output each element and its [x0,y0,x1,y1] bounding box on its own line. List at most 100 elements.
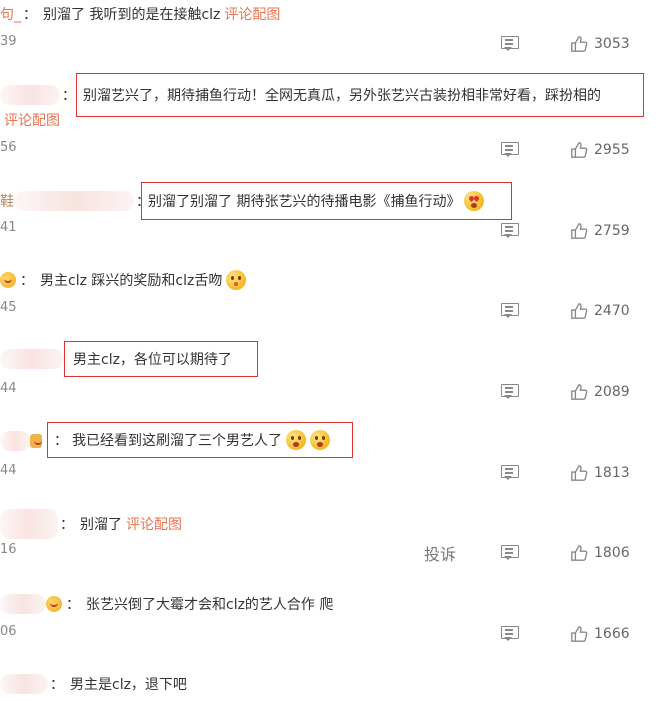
comment-actions: 1666 [500,623,668,645]
like-count: 1666 [594,626,630,642]
comment-actions: 1813 [500,462,668,484]
comment-text: 别溜了 [80,517,122,533]
colon: ： [23,7,37,23]
colon: ： [60,517,74,533]
comment-icon[interactable] [500,141,520,159]
comment-icon[interactable] [500,464,520,482]
comment-icon[interactable] [500,625,520,643]
comment-header: ： [0,83,82,107]
blurred-username [14,191,134,211]
comment-header: 句_ ： 别溜了 我听到的是在接触clz 评论配图 [0,2,280,26]
comment-author[interactable]: 句_ [0,4,21,24]
thumbs-up-icon [571,142,588,158]
like-count: 2470 [594,303,630,319]
comment-actions: 2470 [500,300,668,322]
comment-actions: 投诉 1806 [424,542,668,564]
report-button[interactable]: 投诉 [424,541,456,565]
user-badge-icon [0,272,16,288]
comment-item: ： 男主是clz，退下吧 [0,672,668,701]
comment-header: ： 别溜了 评论配图 [0,509,182,539]
blurred-username [0,674,48,694]
like-button[interactable]: 2955 [570,141,630,159]
comment-author[interactable]: 鞋 [0,191,14,211]
blurred-username [0,509,58,539]
comment-text: 别溜艺兴了，期待捕鱼行动！全网无真瓜，另外张艺兴古装扮相非常好看，踩扮相的 [83,88,601,104]
thumbs-up-icon [571,465,588,481]
comment-icon[interactable] [500,35,520,53]
comment-image-link[interactable]: 评论配图 [4,110,60,130]
like-count: 3053 [594,36,630,52]
comment-item: 鞋 ： 别溜了别溜了 期待张艺兴的待播电影《捕鱼行动》 41 2759 [0,180,668,250]
like-count: 1806 [594,545,630,561]
comment-header [0,429,44,453]
comment-text: 男主clz，各位可以期待了 [73,352,232,368]
user-badge-icon [30,434,42,448]
like-count: 2955 [594,142,630,158]
colon: ： [62,88,76,104]
blurred-username [0,431,30,451]
comment-footer: 评论配图 [4,108,60,132]
comment-actions: 2955 [500,139,668,161]
highlight-box: 别溜艺兴了，期待捕鱼行动！全网无真瓜，另外张艺兴古装扮相非常好看，踩扮相的 [76,73,644,117]
like-button[interactable]: 1813 [570,464,630,482]
comment-header: ： 男主是clz，退下吧 [0,672,187,696]
highlight-box: 男主clz，各位可以期待了 [64,341,258,377]
comment-actions: 2759 [500,220,668,242]
comment-header [0,347,64,371]
comment-meta: 16 [0,542,17,557]
comment-header: 鞋 ： [0,189,156,213]
like-button[interactable]: 3053 [570,35,630,53]
comment-icon[interactable] [500,222,520,240]
comment-text: 别溜了 我听到的是在接触clz [43,7,221,23]
comment-text: 男主是clz，退下吧 [70,677,187,693]
comment-image-link[interactable]: 评论配图 [224,4,280,24]
comment-icon[interactable] [500,544,520,562]
comment-text: 男主clz 踩兴的奖励和clz舌吻 [40,273,223,289]
blurred-username [0,349,64,369]
thumbs-up-icon [571,384,588,400]
like-button[interactable]: 1666 [570,625,630,643]
comment-item: ： 别溜艺兴了，期待捕鱼行动！全网无真瓜，另外张艺兴古装扮相非常好看，踩扮相的 … [0,70,668,170]
like-button[interactable]: 1806 [570,544,630,562]
highlight-box: 别溜了别溜了 期待张艺兴的待播电影《捕鱼行动》 [141,182,512,220]
comment-meta: 44 [0,381,17,396]
like-button[interactable]: 2759 [570,222,630,240]
thumbs-up-icon [571,223,588,239]
colon: ： [66,597,80,613]
comment-icon[interactable] [500,383,520,401]
comment-item: ： 别溜了 评论配图 16 投诉 1806 [0,506,668,582]
comment-meta: 39 [0,34,17,49]
blurred-username [0,594,46,614]
comment-item: ： 张艺兴倒了大霉才会和clz的艺人合作 爬 06 1666 [0,590,668,660]
thumbs-up-icon [571,36,588,52]
emoji-icon [310,430,330,450]
comment-icon[interactable] [500,302,520,320]
comment-header: ： 张艺兴倒了大霉才会和clz的艺人合作 爬 [0,592,333,616]
colon: ： [50,677,64,693]
highlight-box: ： 我已经看到这刷溜了三个男艺人了 [47,422,353,458]
like-button[interactable]: 2470 [570,302,630,320]
comment-meta: 45 [0,300,17,315]
thumbs-up-icon [571,545,588,561]
comment-header: ： 男主clz 踩兴的奖励和clz舌吻 [0,268,247,292]
like-count: 2759 [594,223,630,239]
emoji-icon [286,430,306,450]
comment-meta: 06 [0,624,17,639]
comment-meta: 41 [0,220,17,235]
comment-text: 我已经看到这刷溜了三个男艺人了 [72,433,282,449]
colon: ： [20,273,34,289]
like-button[interactable]: 2089 [570,383,630,401]
colon: ： [54,433,68,449]
comment-item: ： 男主clz 踩兴的奖励和clz舌吻 45 2470 [0,266,668,332]
comment-item: 男主clz，各位可以期待了 44 2089 [0,338,668,410]
emoji-icon [226,270,247,290]
blurred-username [0,85,60,105]
emoji-icon [464,191,485,211]
comment-image-link[interactable]: 评论配图 [126,514,182,534]
comment-text: 张艺兴倒了大霉才会和clz的艺人合作 爬 [86,597,334,613]
comment-actions: 2089 [500,381,668,403]
comment-text: 别溜了别溜了 期待张艺兴的待播电影《捕鱼行动》 [148,194,461,210]
like-count: 1813 [594,465,630,481]
user-badge-icon [46,596,62,612]
comment-item: ： 我已经看到这刷溜了三个男艺人了 44 1813 [0,420,668,490]
